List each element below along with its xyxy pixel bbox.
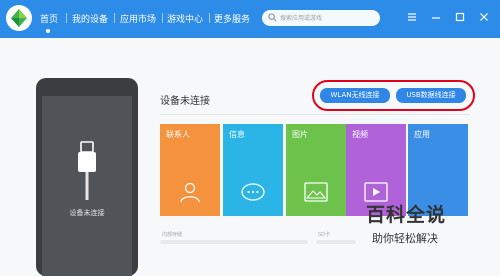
tile-messages[interactable]: 信息 (223, 124, 283, 216)
nav-active-indicator (46, 29, 50, 33)
tile-label: 应用 (414, 130, 430, 139)
usb-cable-icon (78, 141, 96, 200)
tile-pictures[interactable]: 图片 (286, 124, 346, 216)
nav-separator (114, 13, 115, 23)
divider (160, 114, 470, 115)
message-icon (241, 183, 265, 201)
usb-connect-button[interactable]: USB数据线连接 (396, 88, 466, 103)
minimize-icon[interactable] (429, 10, 443, 24)
nav-my-devices[interactable]: 我的设备 (72, 12, 108, 25)
app-logo-icon[interactable] (6, 5, 32, 31)
app-window: 首页 我的设备 应用市场 游戏中心 更多服务 搜索应用或游戏 设备未连接 设备未… (0, 0, 500, 276)
nav-more-services[interactable]: 更多服务 (214, 12, 250, 25)
tile-label: 图片 (292, 130, 308, 139)
sd-card-label: SD卡 (318, 232, 331, 238)
top-bar: 首页 我的设备 应用市场 游戏中心 更多服务 搜索应用或游戏 (0, 0, 500, 38)
phone-status-label: 设备未连接 (69, 209, 105, 217)
tile-label: 视频 (352, 130, 368, 139)
picture-icon (304, 182, 328, 202)
nav-separator (66, 13, 67, 23)
close-icon[interactable] (477, 10, 491, 24)
nav-separator (209, 13, 210, 23)
tile-label: 信息 (229, 130, 245, 139)
contacts-icon (180, 182, 200, 203)
nav-game-center[interactable]: 游戏中心 (167, 12, 203, 25)
connection-status-title: 设备未连接 (160, 96, 210, 107)
search-icon[interactable] (268, 13, 277, 22)
search-input[interactable]: 搜索应用或游戏 (280, 13, 322, 22)
search-box[interactable]: 搜索应用或游戏 (262, 10, 380, 26)
tile-label: 联系人 (166, 130, 190, 139)
internal-storage-bar (160, 240, 308, 244)
watermark-title: 百科全说 (366, 204, 447, 226)
internal-storage-label: 内部存储 (162, 232, 183, 238)
tile-contacts[interactable]: 联系人 (160, 124, 220, 216)
wlan-connect-button[interactable]: WLAN无线连接 (320, 88, 390, 103)
nav-separator (162, 13, 163, 23)
watermark-logo: 百科全说 助你轻松解决 (348, 196, 470, 254)
menu-icon[interactable] (405, 10, 419, 24)
maximize-icon[interactable] (453, 10, 467, 24)
nav-home[interactable]: 首页 (40, 12, 58, 25)
nav-app-market[interactable]: 应用市场 (120, 12, 156, 25)
watermark-subtitle: 助你轻松解决 (372, 232, 438, 245)
